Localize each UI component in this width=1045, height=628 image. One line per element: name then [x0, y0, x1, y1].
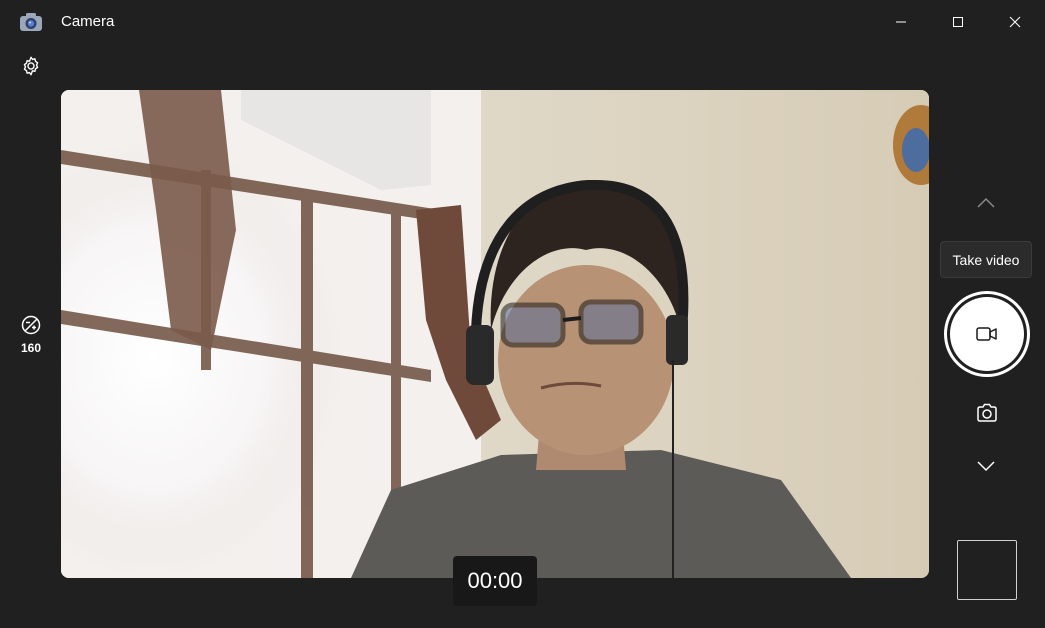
gallery-thumbnail[interactable]: [957, 540, 1017, 600]
exposure-control[interactable]: 160: [14, 315, 48, 357]
preview-scene: [61, 90, 929, 578]
close-icon: [1009, 16, 1021, 28]
maximize-button[interactable]: [930, 0, 986, 44]
video-camera-icon: [976, 327, 997, 341]
camera-preview: [61, 90, 929, 578]
camera-icon: [977, 403, 997, 422]
maximize-icon: [953, 17, 963, 27]
photo-mode-button[interactable]: [970, 398, 1004, 428]
minimize-button[interactable]: [873, 0, 929, 44]
chevron-down-icon: [977, 461, 995, 472]
settings-button[interactable]: [18, 53, 44, 79]
camera-app-icon: [19, 12, 43, 32]
title-bar: Camera: [0, 0, 1045, 44]
recording-timer: 00:00: [453, 556, 537, 606]
shutter-inner: [950, 297, 1024, 371]
chevron-up-icon: [977, 197, 995, 208]
take-video-tooltip: Take video: [940, 241, 1032, 278]
exposure-icon: [21, 315, 41, 335]
exposure-value: 160: [20, 341, 42, 355]
take-video-button[interactable]: [944, 291, 1030, 377]
gear-icon: [23, 56, 39, 76]
window-title: Camera: [61, 13, 115, 30]
close-button[interactable]: [987, 0, 1043, 44]
mode-down-button[interactable]: [970, 452, 1002, 480]
mode-up-button[interactable]: [970, 189, 1002, 217]
minimize-icon: [896, 21, 906, 23]
